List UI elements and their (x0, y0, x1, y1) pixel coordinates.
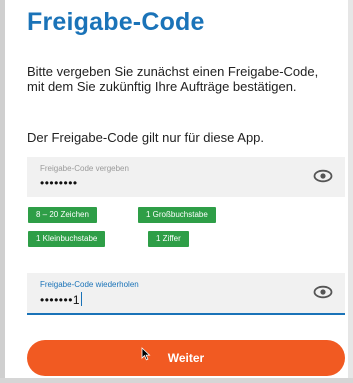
intro-text: Bitte vergeben Sie zunächst einen Freiga… (27, 64, 319, 94)
code-input-label: Freigabe-Code vergeben (40, 164, 129, 173)
eye-icon[interactable] (313, 285, 333, 299)
eye-icon[interactable] (313, 169, 333, 183)
requirement-chip-digit: 1 Ziffer (148, 231, 189, 247)
code-input-value[interactable]: •••••••• (40, 176, 78, 190)
app-note-text: Der Freigabe-Code gilt nur für diese App… (27, 130, 265, 145)
code-repeat-input-label: Freigabe-Code wiederholen (40, 280, 139, 289)
window-frame-left (0, 0, 5, 383)
code-input[interactable]: Freigabe-Code vergeben •••••••• (27, 157, 345, 197)
continue-button[interactable]: Weiter (27, 340, 345, 376)
text-caret (81, 292, 83, 306)
code-repeat-input[interactable]: Freigabe-Code wiederholen •••••••1 (27, 273, 345, 315)
continue-button-label: Weiter (167, 351, 205, 365)
requirement-chip-lowercase: 1 Kleinbuchstabe (28, 231, 106, 247)
window-frame-right (348, 0, 353, 383)
window-frame-bottom (0, 378, 353, 383)
code-repeat-input-value[interactable]: •••••••1 (40, 292, 83, 307)
requirement-chip-length: 8 – 20 Zeichen (28, 207, 97, 223)
page-title: Freigabe-Code (27, 8, 205, 36)
mouse-pointer-icon (141, 347, 151, 361)
requirement-chip-uppercase: 1 Großbuchstabe (138, 207, 216, 223)
code-repeat-text: •••••••1 (40, 293, 81, 307)
